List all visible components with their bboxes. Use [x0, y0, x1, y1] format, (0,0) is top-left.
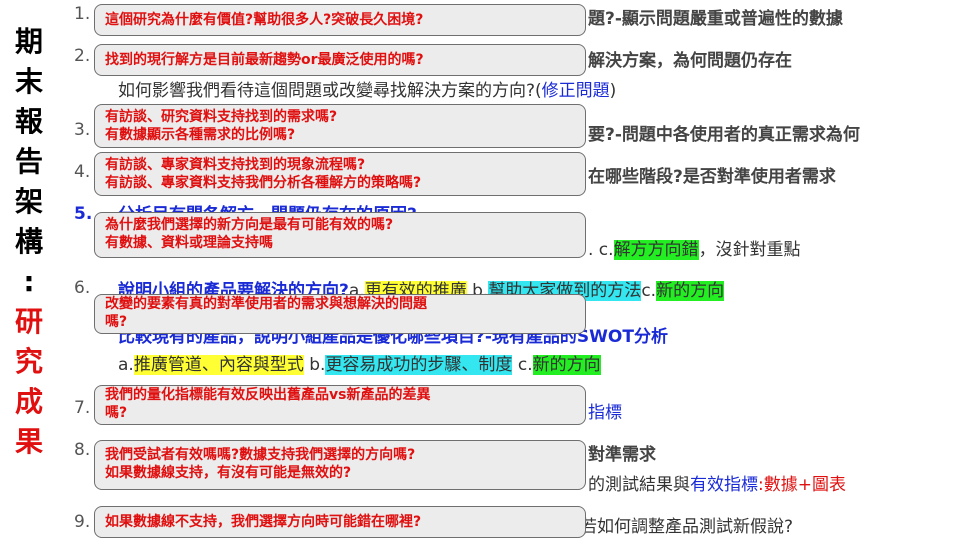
title-char: 架: [14, 185, 43, 218]
link-text[interactable]: 修正問題: [542, 81, 610, 101]
callout-box[interactable]: 如果數據線不支持，我們選擇方向時可能錯在哪裡?: [94, 506, 586, 538]
callout-box[interactable]: 有訪談、研究資料支持找到的需求嗎? 有數據顯示各種需求的比例嗎?: [94, 104, 586, 148]
callout-box[interactable]: 有訪談、專家資料支持找到的現象流程嗎? 有訪談、專家資料支持我們分析各種解方的策…: [94, 152, 586, 196]
item-text: 指標: [588, 403, 622, 423]
callout-line: 有訪談、專家資料支持找到的現象流程嗎?: [105, 157, 366, 173]
callout-line: 改變的要素有真的對準使用者的需求與想解決的問題: [105, 296, 427, 312]
title-char: :: [23, 265, 35, 298]
title-char: 報: [14, 105, 43, 138]
subtitle-char: 果: [14, 425, 43, 458]
item-text: 對準需求: [588, 445, 656, 465]
item-number: 8.: [74, 440, 91, 460]
item-number: 5.: [74, 204, 93, 224]
callout-line: 嗎?: [105, 314, 128, 330]
item-number: 2.: [74, 46, 91, 66]
callout-line: 找到的現行解方是目前最新趨勢or最廣泛使用的嗎?: [105, 52, 424, 68]
title-char: 末: [14, 65, 43, 98]
item-number: 4.: [74, 162, 91, 182]
callout-box[interactable]: 這個研究為什麼有價值?幫助很多人?突破長久困境?: [94, 4, 586, 36]
item-subtext: a.推廣管道、內容與型式 b.更容易成功的步驟、制度 c.新的方向: [118, 355, 601, 375]
callout-box[interactable]: 我們的量化指標能有效反映出舊產品vs新產品的差異 嗎?: [94, 385, 586, 425]
subtitle-char: 研: [14, 305, 43, 338]
callout-line: 有數據顯示各種需求的比例嗎?: [105, 127, 296, 143]
item-number: 1.: [74, 4, 91, 24]
callout-box[interactable]: 為什麼我們選擇的新方向是最有可能有效的嗎? 有數據、資料或理論支持嗎: [94, 212, 586, 258]
item-text: 若如何調整產品測試新假說?: [580, 517, 794, 537]
item-subtext: . c.解方方向錯，沒針對重點: [588, 240, 801, 260]
title-char: 告: [14, 145, 43, 178]
sidebar-title: 期 末 報 告 架 構 : 研 究 成 果: [12, 22, 46, 462]
item-text: 題?-顯示問題嚴重或普遍性的數據: [588, 9, 843, 29]
item-number: 9.: [74, 512, 91, 532]
subtitle-char: 成: [14, 385, 43, 418]
callout-line: 我們的量化指標能有效反映出舊產品vs新產品的差異: [105, 387, 431, 403]
title-char: 構: [14, 225, 43, 258]
callout-box[interactable]: 改變的要素有真的對準使用者的需求與想解決的問題 嗎?: [94, 294, 586, 334]
item-number: 7.: [74, 398, 91, 418]
callout-line: 如果數據線支持，有沒有可能是無效的?: [105, 465, 352, 481]
link-text[interactable]: 有效指標: [690, 475, 758, 495]
callout-box[interactable]: 我們受試者有效嗎嗎?數據支持我們選擇的方向嗎? 如果數據線支持，有沒有可能是無效…: [94, 440, 586, 490]
item-text: 在哪些階段?是否對準使用者需求: [588, 167, 836, 187]
callout-line: 這個研究為什麼有價值?幫助很多人?突破長久困境?: [105, 12, 424, 28]
callout-line: 有訪談、專家資料支持我們分析各種解方的策略嗎?: [105, 175, 422, 191]
item-subtext: 如何影響我們看待這個問題或改變尋找解決方案的方向?(修正問題): [118, 81, 617, 101]
title-char: 期: [14, 25, 43, 58]
item-number: 6.: [74, 278, 91, 298]
callout-line: 嗎?: [105, 405, 128, 421]
item-text: 解決方案，為何問題仍存在: [588, 51, 792, 71]
item-subtext: 的測試結果與有效指標:數據+圖表: [588, 475, 846, 495]
callout-line: 有數據、資料或理論支持嗎: [105, 235, 273, 251]
callout-line: 有訪談、研究資料支持找到的需求嗎?: [105, 109, 338, 125]
item-text: 要?-問題中各使用者的真正需求為何: [588, 125, 860, 145]
callout-box[interactable]: 找到的現行解方是目前最新趨勢or最廣泛使用的嗎?: [94, 44, 586, 76]
callout-line: 如果數據線不支持，我們選擇方向時可能錯在哪裡?: [105, 514, 422, 530]
callout-line: 為什麼我們選擇的新方向是最有可能有效的嗎?: [105, 217, 394, 233]
callout-line: 我們受試者有效嗎嗎?數據支持我們選擇的方向嗎?: [105, 447, 416, 463]
subtitle-char: 究: [14, 345, 43, 378]
item-number: 3.: [74, 120, 91, 140]
